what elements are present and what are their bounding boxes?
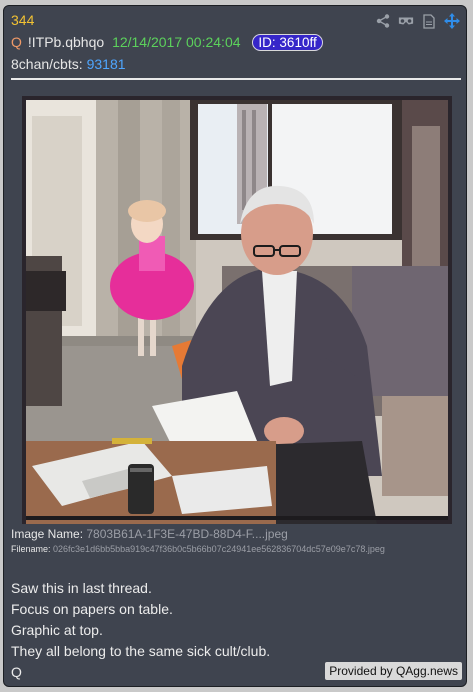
post-datetime: 12/14/2017 00:24:04 <box>112 34 241 50</box>
message-line: Saw this in last thread. <box>11 580 152 596</box>
credit-label: Provided by QAgg.news <box>325 662 462 680</box>
message-line: Graphic at top. <box>11 622 103 638</box>
divider <box>11 78 461 80</box>
message-line: Focus on papers on table. <box>11 601 173 617</box>
share-icon[interactable] <box>375 13 391 29</box>
document-icon[interactable] <box>421 13 437 29</box>
message-signature: Q <box>11 664 22 680</box>
thread-number-link[interactable]: 93181 <box>87 56 126 72</box>
q-symbol: Q <box>11 34 22 50</box>
image-filename: Filename: 026fc3e1d6bb5bba919c47f36b0c5b… <box>11 544 385 554</box>
board-link: 8chan/cbts: 93181 <box>11 56 126 72</box>
post-card: 344 Q !ITPb.qbhqo 12/14/2017 00:24:04 ID… <box>3 5 467 687</box>
post-header: Q !ITPb.qbhqo 12/14/2017 00:24:04 ID: 361… <box>11 34 323 51</box>
id-badge[interactable]: ID: 3610ff <box>252 34 323 51</box>
image-name-label: Image Name: <box>11 527 84 541</box>
filename-value[interactable]: 026fc3e1d6bb5bba919c47f36b0c5b66b07c2494… <box>53 544 385 554</box>
message-line: They all belong to the same sick cult/cl… <box>11 643 271 659</box>
post-message: Saw this in last thread. Focus on papers… <box>11 578 270 683</box>
post-image[interactable] <box>22 96 452 524</box>
post-number[interactable]: 344 <box>11 12 34 28</box>
image-name-value[interactable]: 7803B61A-1F3E-47BD-88D4-F....jpeg <box>86 527 287 541</box>
post-toolbar <box>375 12 460 30</box>
board-name: 8chan/cbts: <box>11 56 83 72</box>
tripcode: !ITPb.qbhqo <box>27 34 105 50</box>
image-name: Image Name: 7803B61A-1F3E-47BD-88D4-F...… <box>11 527 288 541</box>
glasses-icon[interactable] <box>398 13 414 29</box>
move-icon[interactable] <box>444 13 460 29</box>
filename-label: Filename: <box>11 544 51 554</box>
